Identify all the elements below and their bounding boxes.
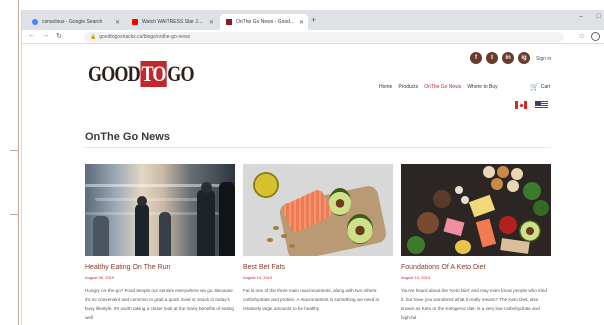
article-title[interactable]: Foundations Of A Keto Diet	[401, 264, 551, 271]
goodtogo-logo[interactable]: GOOD TO GO	[88, 58, 194, 90]
url-text: goodtogosnacks.ca/blogs/onthe-go-news	[99, 34, 191, 40]
page-title: OnThe Go News	[85, 131, 170, 143]
profile-icon[interactable]	[591, 32, 600, 41]
usa-flag-icon[interactable]	[535, 101, 548, 109]
logo-good: GOOD	[88, 61, 141, 86]
tab-goodtogo[interactable]: OnThe Go News - GoodTo Go ✕	[220, 14, 308, 30]
logo-go: GO	[167, 61, 194, 86]
article-excerpt: You've heard about the 'Keto Diet' and m…	[401, 288, 547, 320]
article-excerpt: Hungry on-the-go? Food tempts our senses…	[85, 288, 234, 320]
tab-title: Watch WAITRESS Star Jessi...	[142, 19, 205, 25]
web-page: GOOD TO GO f t in ig Sign in Home Produc…	[22, 44, 604, 325]
article-card: Healthy Eating On The Run August 06, 201…	[85, 164, 235, 322]
nav-home[interactable]: Home	[379, 84, 392, 90]
url-field[interactable]: 🔒 goodtogosnacks.ca/blogs/onthe-go-news	[84, 32, 564, 42]
main-nav: Home Products OnThe Go News Where to Buy	[379, 84, 498, 90]
edge-tick	[10, 150, 19, 151]
new-tab-button[interactable]: +	[311, 15, 316, 25]
article-date: August 06, 2019	[85, 275, 115, 280]
article-title[interactable]: Best Bet Fats	[243, 264, 393, 271]
article-date: August 14, 2019	[401, 275, 431, 280]
cart-label: Cart	[540, 84, 551, 90]
minimize-button[interactable]: –	[579, 13, 583, 20]
tab-close-icon[interactable]: ✕	[115, 19, 120, 26]
youtube-favicon-icon	[132, 19, 138, 25]
linkedin-icon[interactable]: in	[502, 52, 514, 64]
article-excerpt: Fat is one of the three main macronutrie…	[243, 288, 380, 311]
canada-flag-icon[interactable]	[515, 101, 527, 109]
article-image-fats[interactable]	[243, 164, 393, 256]
twitter-icon[interactable]: t	[486, 52, 498, 64]
forward-arrow-icon[interactable]: →	[42, 32, 49, 39]
tab-title: consolous - Google Search	[42, 19, 103, 25]
screenshot-frame: consolous - Google Search ✕ Watch WAITRE…	[0, 0, 604, 325]
article-image-keto[interactable]	[401, 164, 551, 256]
google-favicon-icon	[32, 19, 38, 25]
maximize-button[interactable]: □	[597, 13, 601, 20]
nav-where-to-buy[interactable]: Where to Buy	[467, 84, 497, 90]
title-divider	[85, 147, 551, 148]
sign-in-link[interactable]: Sign in	[536, 56, 551, 62]
tab-title: OnThe Go News - GoodTo Go	[236, 19, 295, 25]
bookmark-star-icon[interactable]: ☆	[579, 32, 585, 40]
nav-onthego-news[interactable]: OnThe Go News	[424, 84, 461, 90]
cart-link[interactable]: 🛒 Cart	[530, 83, 550, 91]
tab-bar: consolous - Google Search ✕ Watch WAITRE…	[22, 10, 604, 30]
tab-youtube[interactable]: Watch WAITRESS Star Jessi... ✕	[126, 14, 218, 30]
cart-icon: 🛒	[530, 84, 539, 91]
left-edge-strip	[0, 0, 19, 325]
tab-google-search[interactable]: consolous - Google Search ✕	[26, 14, 124, 30]
window-controls: – □	[579, 13, 601, 20]
edge-tick	[10, 214, 19, 215]
back-arrow-icon[interactable]: ←	[28, 32, 35, 39]
address-bar: ← → ↻ 🔒 goodtogosnacks.ca/blogs/onthe-go-…	[22, 30, 604, 44]
article-title[interactable]: Healthy Eating On The Run	[85, 264, 235, 271]
article-image-crowd[interactable]	[85, 164, 235, 256]
lock-icon: 🔒	[90, 34, 97, 40]
instagram-icon[interactable]: ig	[518, 52, 530, 64]
article-card: Foundations Of A Keto Diet August 14, 20…	[401, 164, 551, 322]
goodtogo-favicon-icon	[226, 19, 232, 25]
tab-close-icon[interactable]: ✕	[209, 19, 214, 26]
logo-to: TO	[140, 61, 166, 87]
social-links: f t in ig	[470, 52, 530, 64]
nav-products[interactable]: Products	[398, 84, 418, 90]
article-date: August 14, 2019	[243, 275, 273, 280]
browser-window: consolous - Google Search ✕ Watch WAITRE…	[21, 10, 604, 325]
country-selector	[515, 101, 548, 109]
reload-icon[interactable]: ↻	[56, 32, 62, 40]
facebook-icon[interactable]: f	[470, 52, 482, 64]
tab-close-icon[interactable]: ✕	[299, 19, 304, 26]
article-card: Best Bet Fats August 14, 2019 Fat is one…	[243, 164, 393, 313]
